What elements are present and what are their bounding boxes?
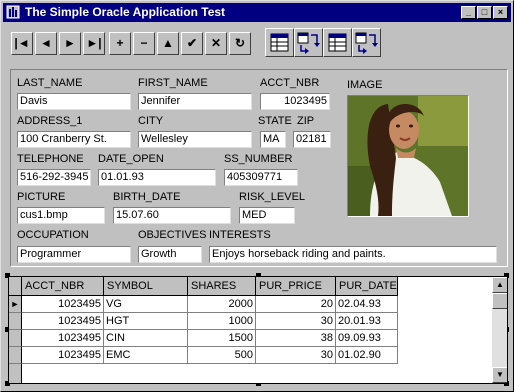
application-window: The Simple Oracle Application Test _ □ ×…: [0, 0, 514, 392]
grid-corner-cell: [9, 277, 22, 296]
last-name-label: LAST_NAME: [17, 77, 83, 89]
state-label: STATE: [258, 115, 292, 127]
telephone-label: TELEPHONE: [17, 153, 84, 165]
grid-cell[interactable]: 02.04.93: [336, 296, 398, 313]
query-button[interactable]: [294, 28, 323, 57]
interests-field[interactable]: Enjoys horseback riding and paints.: [209, 246, 497, 263]
grid-cell[interactable]: 1023495: [22, 296, 104, 313]
last-record-button[interactable]: ►|: [83, 32, 105, 55]
app-icon[interactable]: [6, 5, 20, 19]
first-name-field[interactable]: Jennifer: [138, 93, 252, 110]
grid-cell[interactable]: 2000: [188, 296, 256, 313]
column-header[interactable]: PUR_DATE: [336, 277, 398, 296]
objectives-label: OBJECTIVES: [138, 229, 207, 241]
last-name-field[interactable]: Davis: [17, 93, 131, 110]
occupation-field[interactable]: Programmer: [17, 246, 131, 263]
row-indicator[interactable]: [9, 330, 22, 347]
window-title: The Simple Oracle Application Test: [25, 5, 226, 19]
row-indicator[interactable]: [9, 347, 22, 364]
grid-cell[interactable]: CIN: [104, 330, 188, 347]
maximize-button[interactable]: □: [477, 6, 492, 19]
refresh-button[interactable]: ↻: [229, 32, 251, 55]
address-1-label: ADDRESS_1: [17, 115, 83, 127]
close-button[interactable]: ×: [493, 6, 508, 19]
grid-cell[interactable]: 30: [256, 313, 336, 330]
prior-record-button[interactable]: ◄: [35, 32, 57, 55]
ss-number-field[interactable]: 405309771: [224, 169, 298, 186]
grid-cell[interactable]: VG: [104, 296, 188, 313]
minimize-button[interactable]: _: [461, 6, 476, 19]
query-button-2[interactable]: [352, 28, 381, 57]
holdings-grid[interactable]: ▲ ▼ ACCT_NBR SYMBOL SHARES PUR_PRICE PUR_DAT…: [8, 276, 508, 384]
grid-cell[interactable]: 20: [256, 296, 336, 313]
ss-number-label: SS_NUMBER: [224, 153, 293, 165]
grid-cell[interactable]: 09.09.93: [336, 330, 398, 347]
zip-field[interactable]: 02181: [293, 131, 331, 148]
city-label: CITY: [138, 115, 164, 127]
grid-cell[interactable]: HGT: [104, 313, 188, 330]
table-view-button-2[interactable]: [323, 28, 352, 57]
grid-cell[interactable]: 1023495: [22, 330, 104, 347]
table-icon: [328, 33, 347, 52]
grid-cell[interactable]: 30: [256, 347, 336, 364]
first-record-button[interactable]: |◄: [11, 32, 33, 55]
city-field[interactable]: Wellesley: [138, 131, 252, 148]
grid-cell[interactable]: 500: [188, 347, 256, 364]
next-record-button[interactable]: ►: [59, 32, 81, 55]
date-open-field[interactable]: 01.01.93: [98, 169, 216, 186]
portrait-image: [348, 96, 468, 216]
grid-cell[interactable]: EMC: [104, 347, 188, 364]
risk-level-label: RISK_LEVEL: [239, 191, 306, 203]
customer-photo[interactable]: [347, 95, 469, 217]
risk-level-field[interactable]: MED: [239, 207, 295, 224]
column-header[interactable]: SHARES: [188, 277, 256, 296]
picture-field[interactable]: cus1.bmp: [17, 207, 105, 224]
query-arrows-icon: [297, 32, 320, 54]
birth-date-field[interactable]: 15.07.60: [113, 207, 231, 224]
column-header[interactable]: PUR_PRICE: [256, 277, 336, 296]
row-indicator-empty: [9, 364, 22, 381]
occupation-label: OCCUPATION: [17, 229, 89, 241]
query-arrows-icon: [355, 32, 378, 54]
row-indicator[interactable]: ►: [9, 296, 22, 313]
table-icon: [270, 33, 289, 52]
grid-cell[interactable]: 38: [256, 330, 336, 347]
acct-nbr-field[interactable]: 1023495: [260, 93, 330, 110]
objectives-field[interactable]: Growth: [138, 246, 202, 263]
birth-date-label: BIRTH_DATE: [113, 191, 181, 203]
table-view-button[interactable]: [265, 28, 294, 57]
insert-record-button[interactable]: +: [109, 32, 131, 55]
grid-cell[interactable]: 1000: [188, 313, 256, 330]
interests-label: INTERESTS: [209, 229, 271, 241]
grid-cell[interactable]: 1500: [188, 330, 256, 347]
picture-label: PICTURE: [17, 191, 66, 203]
grid-cell[interactable]: 1023495: [22, 347, 104, 364]
grid-cell[interactable]: 01.02.90: [336, 347, 398, 364]
address-1-field[interactable]: 100 Cranberry St.: [17, 131, 131, 148]
delete-record-button[interactable]: −: [133, 32, 155, 55]
grid-cell[interactable]: 20.01.93: [336, 313, 398, 330]
scroll-up-button[interactable]: ▲: [492, 277, 507, 293]
grid-cell[interactable]: 1023495: [22, 313, 104, 330]
title-bar[interactable]: The Simple Oracle Application Test _ □ ×: [3, 3, 511, 22]
date-open-label: DATE_OPEN: [98, 153, 164, 165]
row-indicator-empty: [9, 381, 22, 383]
row-indicator[interactable]: [9, 313, 22, 330]
acct-nbr-label: ACCT_NBR: [260, 77, 320, 89]
image-label: IMAGE: [347, 79, 383, 91]
edit-record-button[interactable]: ▲: [157, 32, 179, 55]
vertical-scrollbar[interactable]: ▲ ▼: [492, 277, 507, 383]
scroll-thumb[interactable]: [492, 293, 507, 309]
column-header[interactable]: SYMBOL: [104, 277, 188, 296]
zip-label: ZIP: [297, 115, 315, 127]
first-name-label: FIRST_NAME: [138, 77, 208, 89]
column-header[interactable]: ACCT_NBR: [22, 277, 104, 296]
post-record-button[interactable]: ✔: [181, 32, 203, 55]
scroll-down-button[interactable]: ▼: [492, 367, 507, 383]
telephone-field[interactable]: 516-292-3945: [17, 169, 91, 186]
state-field[interactable]: MA: [260, 131, 286, 148]
cancel-edit-button[interactable]: ✕: [205, 32, 227, 55]
